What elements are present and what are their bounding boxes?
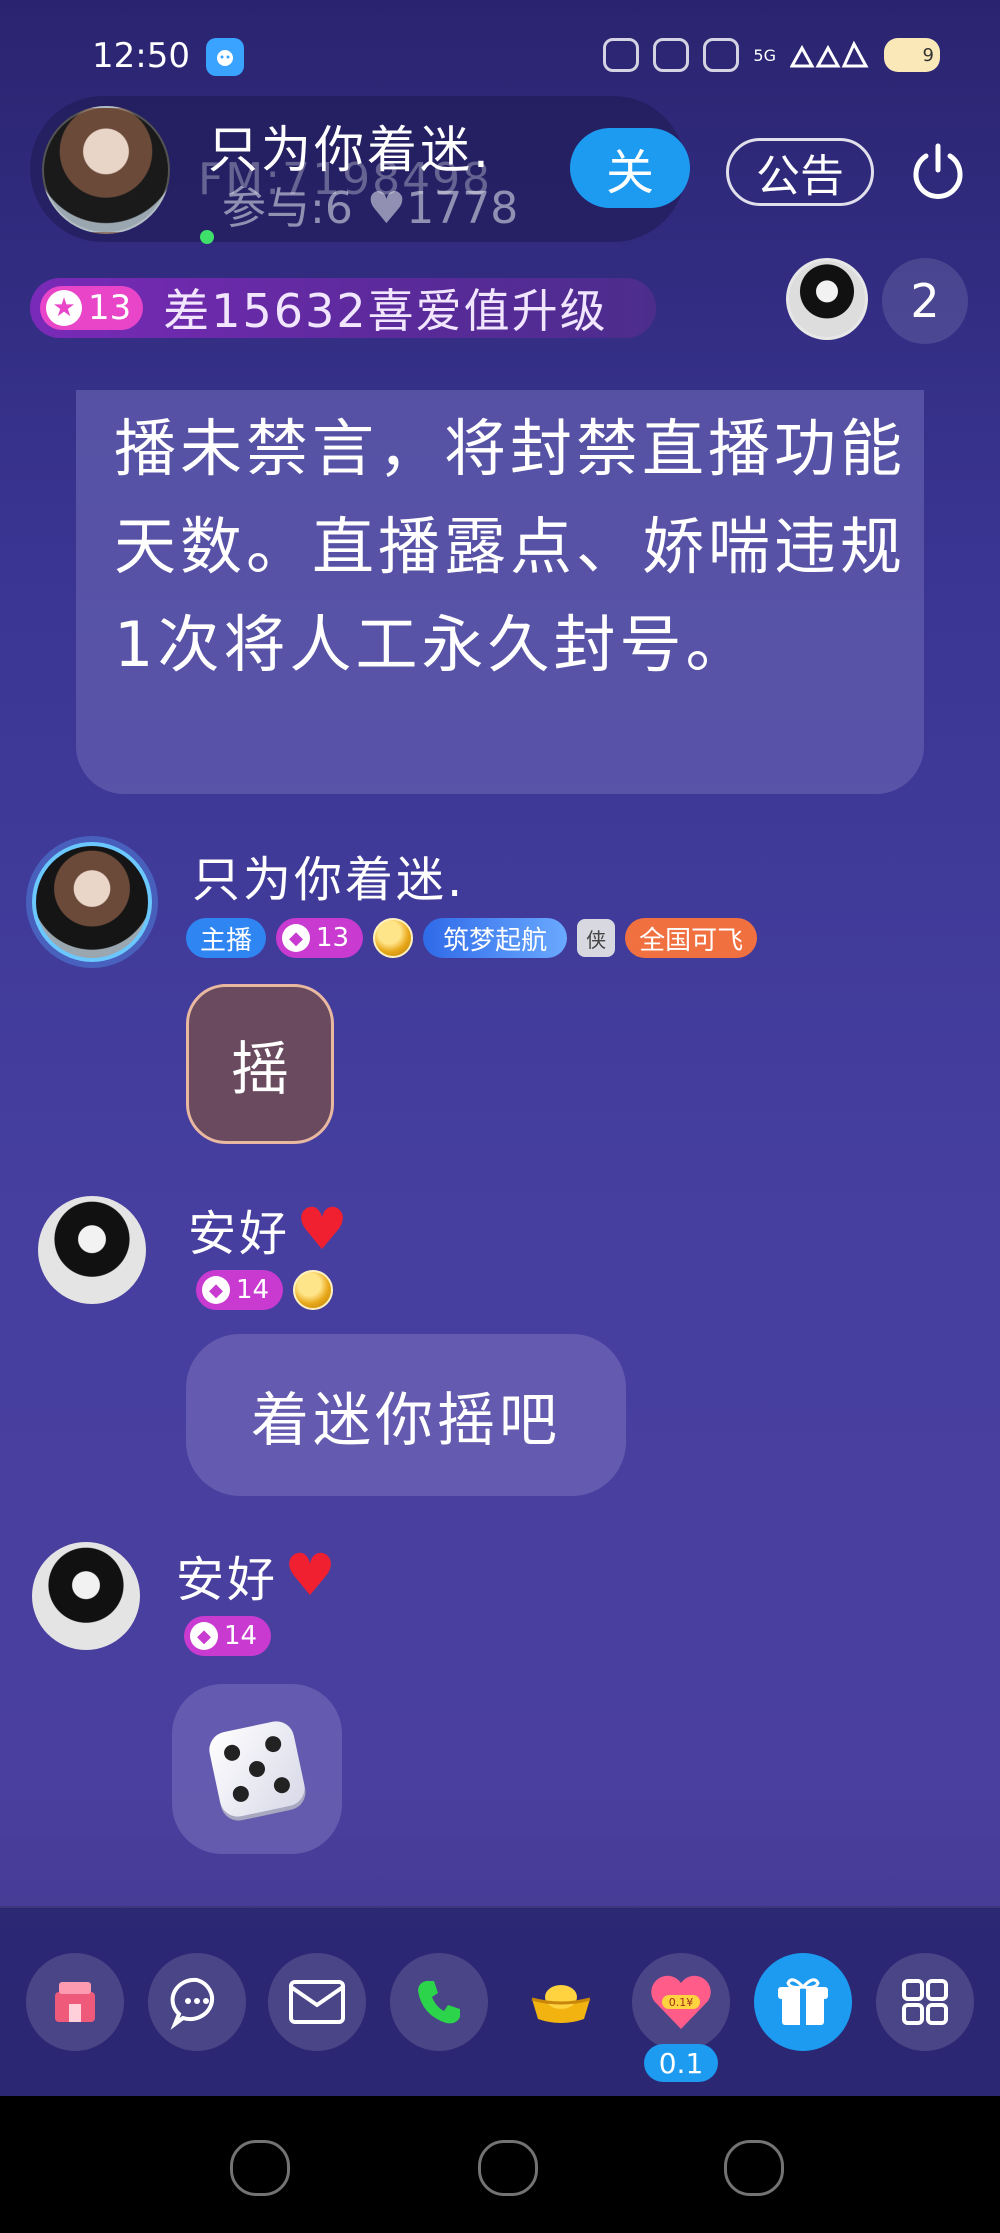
- level-number: 14: [236, 1275, 270, 1305]
- diamond-icon: ◆: [202, 1276, 230, 1304]
- fly-badge: 全国可飞: [625, 918, 758, 958]
- phone-icon[interactable]: [390, 1953, 488, 2051]
- room-header: FM:7198498 只为你着迷. 参与:6 ♥1778 关: [30, 96, 690, 244]
- gold-ingot-icon[interactable]: [512, 1953, 610, 2051]
- exit-icon[interactable]: [906, 140, 970, 204]
- level-number: 13: [316, 923, 350, 953]
- system-notice: 播未禁言，将封禁直播功能天数。直播露点、娇喘违规1次将人工永久封号。: [76, 390, 924, 794]
- message-avatar[interactable]: [32, 1542, 140, 1650]
- bottom-toolbar: 0.1¥ 0.1: [0, 1906, 1000, 2096]
- heart-gift-icon[interactable]: 0.1¥: [632, 1953, 730, 2051]
- message-sender: 安好 ♥: [176, 1540, 339, 1610]
- coin-icon: [373, 918, 414, 958]
- heart-icon: ♥: [284, 1541, 340, 1609]
- level-badge: ◆ 13: [276, 918, 364, 958]
- heart-gift-price: 0.1¥: [669, 1996, 694, 2009]
- level-progress-bar[interactable]: ★ 13 差15632喜爱值升级: [30, 278, 656, 338]
- status-time: 12:50: [92, 36, 190, 76]
- level-badge: ◆ 14: [184, 1616, 272, 1656]
- level-badge: ★ 13: [40, 286, 144, 330]
- signal-icon: [789, 38, 870, 72]
- host-badge: 主播: [186, 918, 267, 958]
- notification-icon: [603, 38, 640, 72]
- system-notice-text: 播未禁言，将封禁直播功能天数。直播露点、娇喘违规1次将人工永久封号。: [114, 412, 907, 681]
- message-badges: ◆ 14: [184, 1616, 272, 1656]
- level-number: 13: [88, 288, 132, 328]
- host-avatar[interactable]: [42, 106, 170, 234]
- star-icon: ★: [46, 290, 82, 326]
- message-bubble[interactable]: [172, 1684, 342, 1854]
- diamond-icon: ◆: [282, 924, 311, 952]
- room-stats: 参与:6 ♥1778: [222, 183, 519, 234]
- message-badges: ◆ 14: [196, 1270, 334, 1310]
- online-status-dot: [200, 230, 214, 244]
- message-badges: 主播 ◆ 13 筑梦起航 侠 全国可飞: [186, 918, 758, 958]
- nav-home-icon[interactable]: [478, 2140, 538, 2196]
- coin-icon: [293, 1270, 334, 1310]
- notification-icon: [653, 38, 690, 72]
- chat-icon[interactable]: [148, 1953, 246, 2051]
- message-bubble[interactable]: 摇: [186, 984, 334, 1144]
- follow-button[interactable]: 关: [570, 128, 690, 208]
- dice-icon: [205, 1717, 309, 1821]
- system-nav-bar: [0, 2096, 1000, 2233]
- heart-icon: ♥: [296, 1195, 352, 1263]
- network-label: 5G: [753, 45, 776, 65]
- sender-name: 安好: [188, 1206, 291, 1262]
- store-icon[interactable]: [26, 1953, 124, 2051]
- heart-gift-value: 0.1: [644, 2044, 718, 2082]
- status-bar: 12:50 5G 9: [0, 0, 1000, 110]
- status-icons: 5G 9: [603, 38, 940, 72]
- level-number: 14: [224, 1621, 258, 1651]
- gift-icon[interactable]: [754, 1953, 852, 2051]
- dream-badge: 筑梦起航: [423, 918, 568, 958]
- knight-icon: 侠: [577, 919, 616, 957]
- message-avatar[interactable]: [32, 842, 152, 962]
- app-notification-icon: [206, 38, 244, 76]
- message-sender: 只为你着迷.: [192, 840, 465, 910]
- message-avatar[interactable]: [38, 1196, 146, 1304]
- grid-menu-icon[interactable]: [876, 1953, 974, 2051]
- diamond-icon: ◆: [190, 1622, 218, 1650]
- nav-back-icon[interactable]: [230, 2140, 290, 2196]
- message-sender: 安好 ♥: [188, 1194, 351, 1264]
- message-bubble[interactable]: 着迷你摇吧: [186, 1334, 626, 1496]
- mail-icon[interactable]: [268, 1953, 366, 2051]
- viewer-avatar[interactable]: [786, 258, 868, 340]
- notification-icon: [703, 38, 740, 72]
- nav-recents-icon[interactable]: [724, 2140, 784, 2196]
- sender-name: 安好: [176, 1552, 279, 1608]
- notice-button[interactable]: 公告: [726, 138, 874, 206]
- sender-name: 只为你着迷.: [192, 852, 466, 908]
- viewer-count[interactable]: 2: [882, 258, 968, 344]
- level-upgrade-text: 差15632喜爱值升级: [163, 284, 608, 338]
- battery-icon: 9: [884, 38, 940, 72]
- level-badge: ◆ 14: [196, 1270, 284, 1310]
